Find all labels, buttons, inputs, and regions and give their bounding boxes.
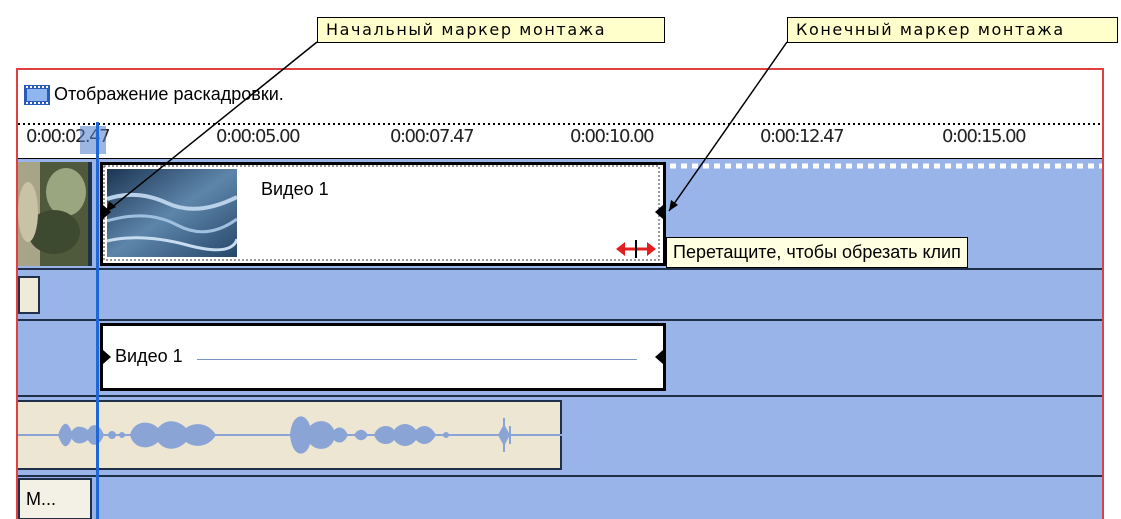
track-divider <box>18 268 1102 270</box>
ruler-tick-label: 0:00:07.47 <box>390 126 475 147</box>
title-overlay-clip-line <box>197 359 637 360</box>
trim-tooltip-text: Перетащите, чтобы обрезать клип <box>673 242 961 262</box>
ruler-tick-label: 0:00:12.47 <box>760 126 845 147</box>
trim-cursor-icon <box>616 240 656 258</box>
start-trim-marker[interactable] <box>103 205 113 219</box>
title-start-trim-marker[interactable] <box>103 350 113 364</box>
track-divider <box>18 395 1102 397</box>
timeline-ruler[interactable]: 0:00:02.47 0:00:05.00 0:00:07.47 0:00:10… <box>18 122 1102 159</box>
music-track-label: M... <box>26 489 56 509</box>
trim-tooltip: Перетащите, чтобы обрезать клип <box>666 237 968 268</box>
previous-clip-thumbnail[interactable] <box>18 162 92 266</box>
dotted-selection-outline <box>103 165 660 261</box>
storyboard-panel: Отображение раскадровки. 0:00:02.47 0:00… <box>16 68 1104 519</box>
audio-waveform <box>18 416 562 454</box>
ruler-tick-label: 0:00:10.00 <box>570 126 655 147</box>
start-marker-callout: Начальный маркер монтажа <box>317 17 665 43</box>
end-marker-callout: Конечный маркер монтажа <box>787 17 1118 43</box>
filmstrip-icon <box>24 85 50 105</box>
ruler-time-highlight <box>80 126 106 154</box>
ruler-tick-label: 0:00:15.00 <box>942 126 1027 147</box>
transition-track-item[interactable] <box>18 276 40 314</box>
panel-titlebar: Отображение раскадровки. <box>18 70 1102 122</box>
track-divider <box>18 475 1102 477</box>
track-divider <box>18 319 1102 321</box>
start-marker-callout-text: Начальный маркер монтажа <box>326 20 607 39</box>
panel-title: Отображение раскадровки. <box>54 84 284 104</box>
title-overlay-clip-title: Видео 1 <box>115 346 183 366</box>
timeline-tracks: Видео 1 Перетащите, чтобы обрезать клип <box>18 159 1102 519</box>
end-marker-callout-text: Конечный маркер монтажа <box>796 20 1065 39</box>
end-trim-marker[interactable] <box>653 205 663 219</box>
ruler-tick-label: 0:00:05.00 <box>216 126 301 147</box>
playhead[interactable] <box>96 122 99 519</box>
music-track-item[interactable]: M... <box>18 478 92 519</box>
video-clip[interactable]: Видео 1 <box>100 162 666 266</box>
title-end-trim-marker[interactable] <box>653 350 663 364</box>
title-overlay-clip[interactable]: Видео 1 <box>100 323 666 391</box>
track-dotted-line <box>670 163 1102 169</box>
